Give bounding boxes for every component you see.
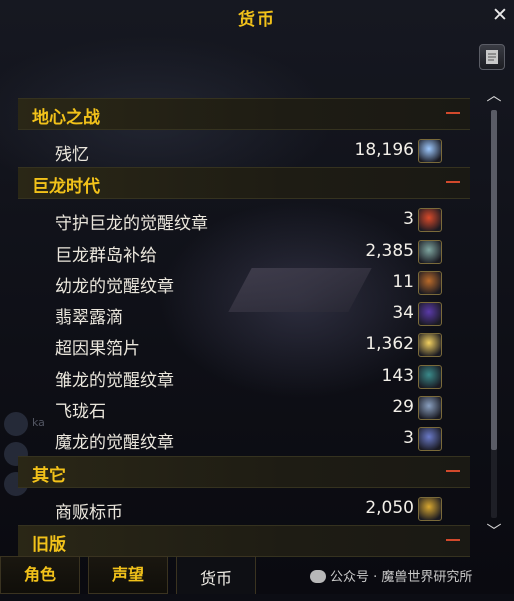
- currency-name: 残忆: [55, 145, 89, 165]
- tab-character[interactable]: 角色: [0, 556, 80, 594]
- paracausal-flake-icon: [418, 333, 442, 358]
- trader-tender-icon: [418, 496, 442, 521]
- wechat-icon: [310, 570, 326, 583]
- category-header[interactable]: 巨龙时代: [18, 167, 470, 200]
- scrollbar[interactable]: ︿ ﹀: [482, 84, 506, 550]
- whelpling-crest-icon: [418, 270, 442, 295]
- currency-list: 地心之战残忆 18,196 巨龙时代守护巨龙的觉醒纹章 3 巨龙群岛补给 2,385 幼龙的…: [18, 98, 470, 563]
- currency-amount: 143: [381, 365, 414, 386]
- flightstone-icon: [418, 396, 442, 421]
- title-bar: 货币 ✕: [0, 0, 514, 34]
- aspect-crest-icon: [418, 208, 442, 233]
- currency-row[interactable]: 守护巨龙的觉醒纹章 3: [18, 205, 470, 236]
- scroll-thumb[interactable]: [491, 110, 497, 450]
- currency-name: 商贩标币: [55, 502, 123, 523]
- collapse-icon[interactable]: [446, 112, 460, 114]
- scroll-track[interactable]: [491, 110, 497, 518]
- currency-row[interactable]: 魔龙的觉醒纹章 3: [18, 424, 470, 455]
- currency-amount: 2,385: [365, 240, 414, 261]
- currency-row[interactable]: 飞珑石 29: [18, 393, 470, 424]
- chevron-down-icon: ﹀: [486, 522, 502, 540]
- window-title: 货币: [238, 10, 276, 30]
- currency-amount: 34: [392, 303, 414, 324]
- currency-amount: 2,050: [365, 497, 414, 518]
- currency-row[interactable]: 商贩标币 2,050: [18, 494, 470, 525]
- currency-row[interactable]: 巨龙群岛补给 2,385: [18, 237, 470, 268]
- chevron-up-icon: ︿: [486, 86, 502, 104]
- currency-row[interactable]: 幼龙的觉醒纹章 11: [18, 268, 470, 299]
- category-header[interactable]: 旧版: [18, 524, 470, 557]
- scroll-document-icon: [486, 50, 498, 64]
- currency-name: 魔龙的觉醒纹章: [55, 433, 174, 454]
- currency-name: 守护巨龙的觉醒纹章: [55, 214, 208, 235]
- wyrm-crest-icon: [418, 427, 442, 452]
- dewdrop-icon: [418, 302, 442, 327]
- scroll-up-button[interactable]: ︿: [482, 84, 506, 106]
- currency-name: 飞珑石: [55, 402, 106, 423]
- collapse-icon[interactable]: [446, 469, 460, 472]
- currency-name: 翡翠露滴: [55, 308, 123, 329]
- watermark-text: 公众号 · 魔兽世界研究所: [330, 570, 473, 585]
- currency-name: 雏龙的觉醒纹章: [55, 370, 174, 391]
- currency-amount: 18,196: [354, 140, 414, 160]
- filter-button[interactable]: [479, 44, 505, 70]
- currency-row[interactable]: 雏龙的觉醒纹章 143: [18, 362, 470, 393]
- tab-currency[interactable]: 货币: [176, 556, 256, 594]
- supplies-icon: [418, 239, 442, 264]
- category-label: 巨龙时代: [32, 177, 100, 198]
- currency-amount: 29: [392, 397, 414, 418]
- scroll-down-button[interactable]: ﹀: [482, 520, 506, 542]
- category-label: 旧版: [32, 534, 66, 555]
- category-label: 地心之战: [32, 108, 100, 128]
- currency-name: 幼龙的觉醒纹章: [55, 276, 174, 297]
- collapse-icon[interactable]: [446, 181, 460, 184]
- tab-reputation[interactable]: 声望: [88, 556, 168, 594]
- collapse-icon[interactable]: [446, 538, 460, 541]
- close-icon: ✕: [492, 4, 508, 26]
- currency-row[interactable]: 翡翠露滴 34: [18, 299, 470, 330]
- drake-crest-icon: [418, 364, 442, 389]
- category-label: 其它: [32, 465, 66, 486]
- remnant-icon: [418, 139, 442, 163]
- currency-amount: 11: [392, 271, 414, 292]
- currency-row[interactable]: 超因果箔片 1,362: [18, 330, 470, 361]
- close-button[interactable]: ✕: [490, 4, 510, 26]
- currency-name: 巨龙群岛补给: [55, 245, 157, 266]
- currency-amount: 3: [403, 428, 414, 449]
- currency-amount: 1,362: [365, 334, 414, 355]
- currency-amount: 3: [403, 209, 414, 230]
- currency-name: 超因果箔片: [55, 339, 140, 360]
- category-header[interactable]: 地心之战: [18, 98, 470, 130]
- watermark: 公众号 · 魔兽世界研究所: [310, 566, 472, 585]
- category-header[interactable]: 其它: [18, 455, 470, 488]
- currency-row[interactable]: 残忆 18,196: [18, 136, 470, 167]
